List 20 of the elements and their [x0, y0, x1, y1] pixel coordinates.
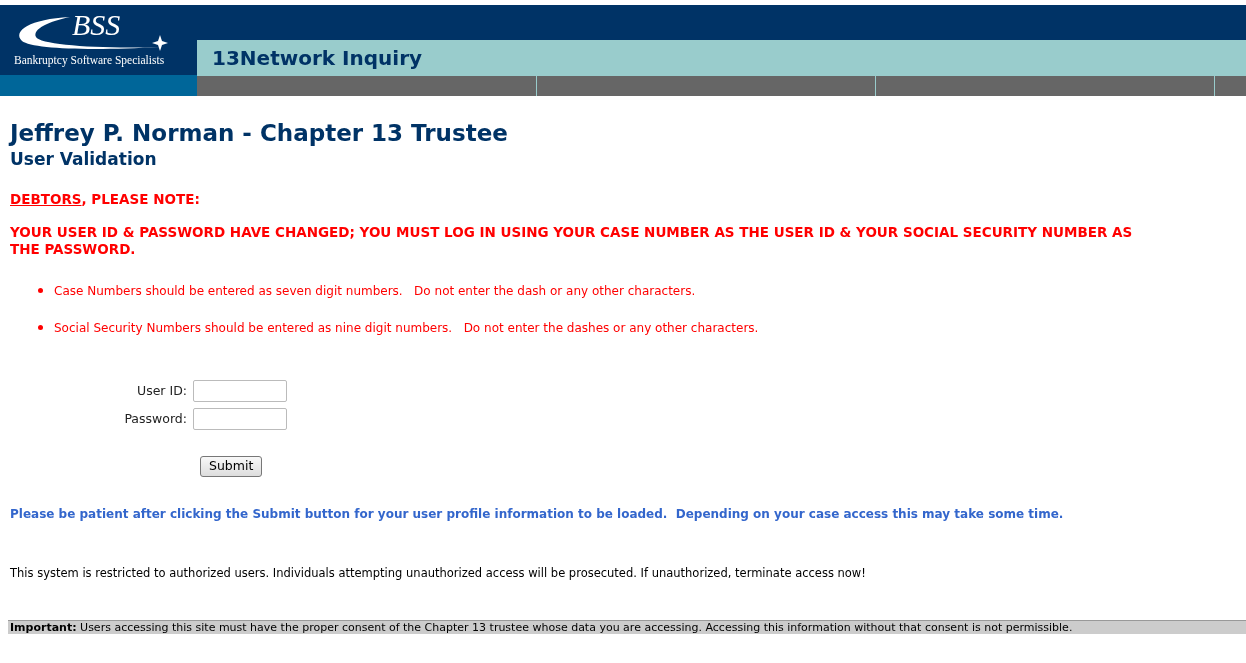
logo-text: BSS: [72, 9, 121, 41]
bullet-icon: [38, 325, 43, 330]
bullet-icon: [38, 288, 43, 293]
input-field[interactable]: [193, 408, 287, 430]
logo-tagline: Bankruptcy Software Specialists: [14, 53, 165, 67]
note-heading: , PLEASE NOTE:: [81, 191, 200, 207]
patience-note: Please be patient after clicking the Submit button for your user profile information to be loaded. Depending on your case access this may take some time.: [10, 506, 1065, 524]
submit-button[interactable]: Submit: [200, 456, 263, 477]
field-label: User ID:: [136, 381, 188, 400]
notice-message: YOUR USER ID & PASSWORD HAVE CHANGED; YOU MUST LOG IN USING YOUR CASE NUMBER AS THE USER ID & YOUR SOCIAL SECURITY NUMBER AS THE PASSWORD.: [10, 224, 1134, 258]
debtors-link[interactable]: DEBTORS: [10, 191, 82, 207]
instruction-text: Social Security Numbers should be entered as nine digit numbers. Do not enter the dashes or any other characters.: [54, 319, 759, 337]
restriction-notice: This system is restricted to authorized users. Individuals attempting unauthorized access will be prosecuted. If unauthorized, terminate access now!: [10, 565, 867, 583]
app-title: 13Network Inquiry: [212, 44, 423, 72]
instruction-text: Case Numbers should be entered as seven digit numbers. Do not enter the dash or any other characters.: [54, 282, 696, 300]
important-banner: Important: Users accessing this site must have the proper consent of the Chapter 13 trustee whose data you are accessing. Accessing this information without that consent is not permissible.: [8, 620, 1246, 635]
input-field[interactable]: [193, 380, 287, 402]
field-label: Password:: [123, 409, 188, 428]
page-title: Jeffrey P. Norman - Chapter 13 Trustee: [10, 119, 509, 148]
page-subtitle: User Validation: [10, 148, 158, 170]
